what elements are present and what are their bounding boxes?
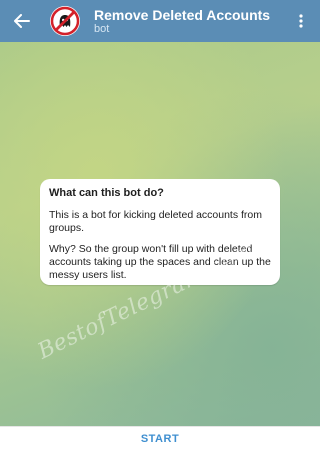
bot-info-title: What can this bot do?: [49, 187, 164, 199]
bot-avatar[interactable]: [50, 6, 80, 36]
back-button[interactable]: [0, 0, 44, 42]
chat-title: Remove Deleted Accounts: [94, 6, 271, 23]
bot-info-paragraph-1: This is a bot for kicking deleted accoun…: [49, 209, 263, 235]
bot-info-bubble: What can this bot do? This is a bot for …: [40, 179, 280, 285]
chat-header: Remove Deleted Accounts bot: [0, 0, 320, 42]
chat-background: What can this bot do? This is a bot for …: [0, 42, 320, 426]
crossed-out-ghost-avatar: [50, 6, 80, 36]
start-bar[interactable]: START: [0, 426, 320, 450]
chat-subtitle: bot: [94, 22, 110, 35]
more-options-button[interactable]: [288, 0, 314, 42]
vertical-dots-icon: [299, 14, 303, 28]
header-titles[interactable]: Remove Deleted Accounts bot: [94, 7, 270, 36]
start-button[interactable]: START: [141, 433, 179, 445]
arrow-left-icon: [14, 14, 30, 28]
